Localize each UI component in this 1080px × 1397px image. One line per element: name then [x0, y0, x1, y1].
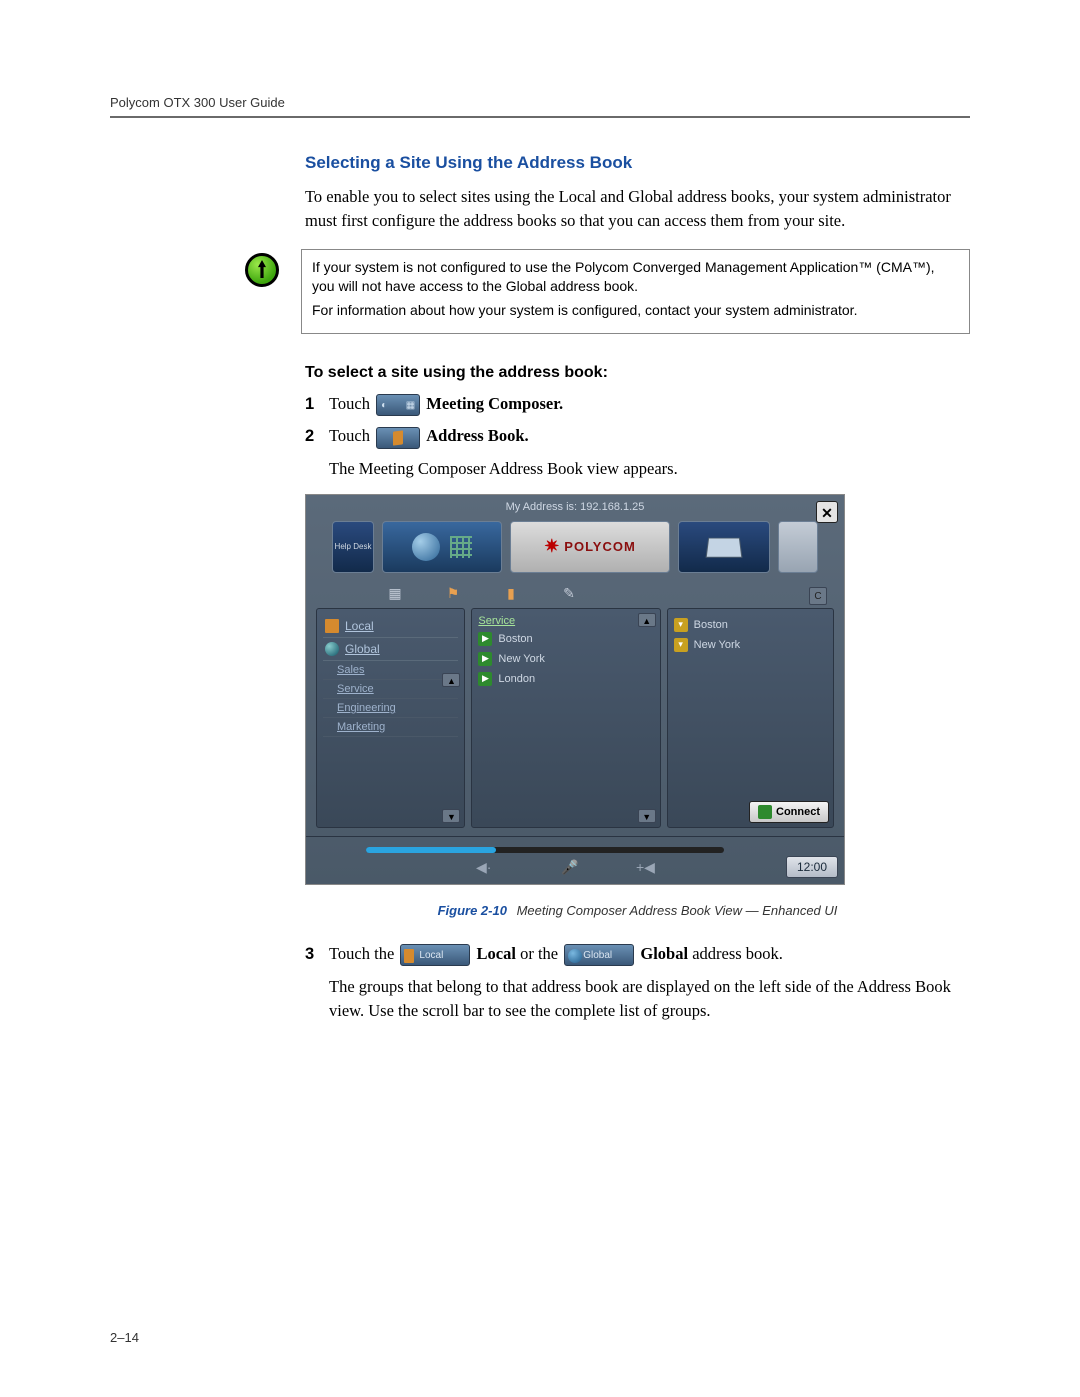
step-3-number: 3: [305, 942, 329, 967]
polycom-logo-text: POLYCOM: [564, 539, 636, 554]
toolbar-keypad-icon[interactable]: ▦: [386, 585, 404, 602]
header-rule: [110, 116, 970, 118]
step-1-text-b: Meeting Composer.: [426, 394, 563, 413]
volume-down-icon[interactable]: ◀·: [476, 859, 491, 876]
polycom-mark-icon: ✷: [544, 536, 560, 557]
intro-paragraph: To enable you to select sites using the …: [305, 185, 970, 233]
toolbar-camera-icon[interactable]: ✎: [560, 585, 578, 602]
step-2-result: The Meeting Composer Address Book view a…: [329, 457, 970, 482]
globe-small-icon: [325, 642, 339, 656]
mute-icon[interactable]: 🎤: [561, 859, 578, 876]
local-address-book-item[interactable]: Local: [323, 615, 458, 638]
globe-icon: [412, 533, 440, 561]
keypad-icon: [450, 536, 472, 558]
mid-header: Service: [478, 615, 653, 629]
figure-title: Meeting Composer Address Book View — Enh…: [517, 903, 838, 918]
mid-scroll-up-icon[interactable]: ▲: [638, 613, 656, 627]
top-tile-row: Help Desk ✷ POLYCOM: [306, 517, 844, 581]
clock: 12:00: [786, 856, 838, 878]
mid-item-london[interactable]: ▶ London: [478, 669, 653, 689]
volume-up-icon[interactable]: +◀: [636, 859, 655, 876]
local-button-icon: Local: [400, 944, 470, 966]
right-item-boston[interactable]: ▾ Boston: [674, 615, 827, 635]
laptop-tile[interactable]: [678, 521, 770, 573]
scroll-up-icon[interactable]: ▲: [442, 673, 460, 687]
my-address-label: My Address is: 192.168.1.25: [306, 495, 844, 517]
folder-icon: [325, 619, 339, 633]
help-desk-tile[interactable]: Help Desk: [332, 521, 374, 573]
mid-item-london-label: London: [498, 673, 535, 685]
figure-caption: Figure 2-10 Meeting Composer Address Boo…: [305, 903, 970, 918]
clear-button[interactable]: C: [809, 587, 827, 605]
running-header: Polycom OTX 300 User Guide: [110, 95, 970, 110]
page-number: 2–14: [110, 1330, 139, 1345]
step-3-mid: or the: [520, 944, 562, 963]
polycom-logo-tile[interactable]: ✷ POLYCOM: [510, 521, 670, 573]
global-button-icon: Global: [564, 944, 634, 966]
step-1-number: 1: [305, 392, 329, 417]
selected-icon: ▾: [674, 638, 688, 652]
connect-button[interactable]: Connect: [749, 801, 829, 823]
address-book-panels: Local Global Sales Service Engineering M…: [306, 608, 844, 836]
figure-screenshot: ✕ My Address is: 192.168.1.25 Help Desk …: [305, 494, 845, 885]
step-1-text-a: Touch: [329, 394, 374, 413]
right-item-newyork[interactable]: ▾ New York: [674, 635, 827, 655]
step-3-result: The groups that belong to that address b…: [329, 975, 970, 1025]
note-text: If your system is not configured to use …: [301, 249, 970, 334]
play-icon: ▶: [478, 652, 492, 666]
section-heading: Selecting a Site Using the Address Book: [305, 153, 970, 173]
step-2-text-a: Touch: [329, 426, 374, 445]
procedure-heading: To select a site using the address book:: [305, 364, 970, 382]
address-book-icon: [376, 427, 420, 449]
figure-number: Figure 2-10: [438, 903, 507, 918]
step-3-text-b: address book.: [692, 944, 783, 963]
volume-bar: ◀· 🎤 +◀ 12:00: [306, 836, 844, 884]
step-2: 2 Touch Address Book.: [305, 424, 970, 449]
play-icon: ▶: [478, 632, 492, 646]
toolbar-book-icon[interactable]: ▮: [502, 585, 520, 602]
play-icon: ▶: [478, 672, 492, 686]
step-2-number: 2: [305, 424, 329, 449]
meeting-composer-icon: [376, 394, 420, 416]
toolbar-icons: ▦ ⚑ ▮ ✎: [306, 581, 844, 608]
globe-tile[interactable]: [382, 521, 502, 573]
step-3-text-a: Touch the: [329, 944, 398, 963]
note-line-1: If your system is not configured to use …: [312, 258, 959, 297]
address-book-left-panel: Local Global Sales Service Engineering M…: [316, 608, 465, 828]
note-line-2: For information about how your system is…: [312, 301, 959, 321]
mid-item-boston[interactable]: ▶ Boston: [478, 629, 653, 649]
right-item-boston-label: Boston: [694, 619, 728, 631]
close-button[interactable]: ✕: [816, 501, 838, 523]
note-block: If your system is not configured to use …: [245, 249, 970, 334]
address-book-right-panel: C ▾ Boston ▾ New York Connect: [667, 608, 834, 828]
step-3-local-word: Local: [477, 944, 516, 963]
toolbar-pin-icon[interactable]: ⚑: [444, 585, 462, 602]
address-book-mid-panel: ▲ Service ▶ Boston ▶ New York ▶ London ▼: [471, 608, 660, 828]
mid-item-newyork-label: New York: [498, 653, 544, 665]
step-2-text-b: Address Book.: [426, 426, 528, 445]
global-label: Global: [345, 642, 380, 656]
phone-icon: [758, 805, 772, 819]
right-item-newyork-label: New York: [694, 639, 740, 651]
group-service[interactable]: Service: [323, 680, 458, 699]
mid-item-boston-label: Boston: [498, 633, 532, 645]
selected-icon: ▾: [674, 618, 688, 632]
group-sales[interactable]: Sales: [323, 661, 458, 680]
note-icon: [245, 253, 279, 287]
local-label: Local: [345, 619, 374, 633]
misc-tile[interactable]: [778, 521, 818, 573]
connect-label: Connect: [776, 806, 820, 818]
mid-scroll-down-icon[interactable]: ▼: [638, 809, 656, 823]
global-address-book-item[interactable]: Global: [323, 638, 458, 661]
mid-item-newyork[interactable]: ▶ New York: [478, 649, 653, 669]
group-marketing[interactable]: Marketing: [323, 718, 458, 737]
laptop-icon: [706, 538, 743, 558]
step-3-global-word: Global: [640, 944, 688, 963]
scroll-down-icon[interactable]: ▼: [442, 809, 460, 823]
group-engineering[interactable]: Engineering: [323, 699, 458, 718]
step-3: 3 Touch the Local Local or the Global Gl…: [305, 942, 970, 967]
volume-fill: [366, 847, 496, 853]
step-1: 1 Touch Meeting Composer.: [305, 392, 970, 417]
